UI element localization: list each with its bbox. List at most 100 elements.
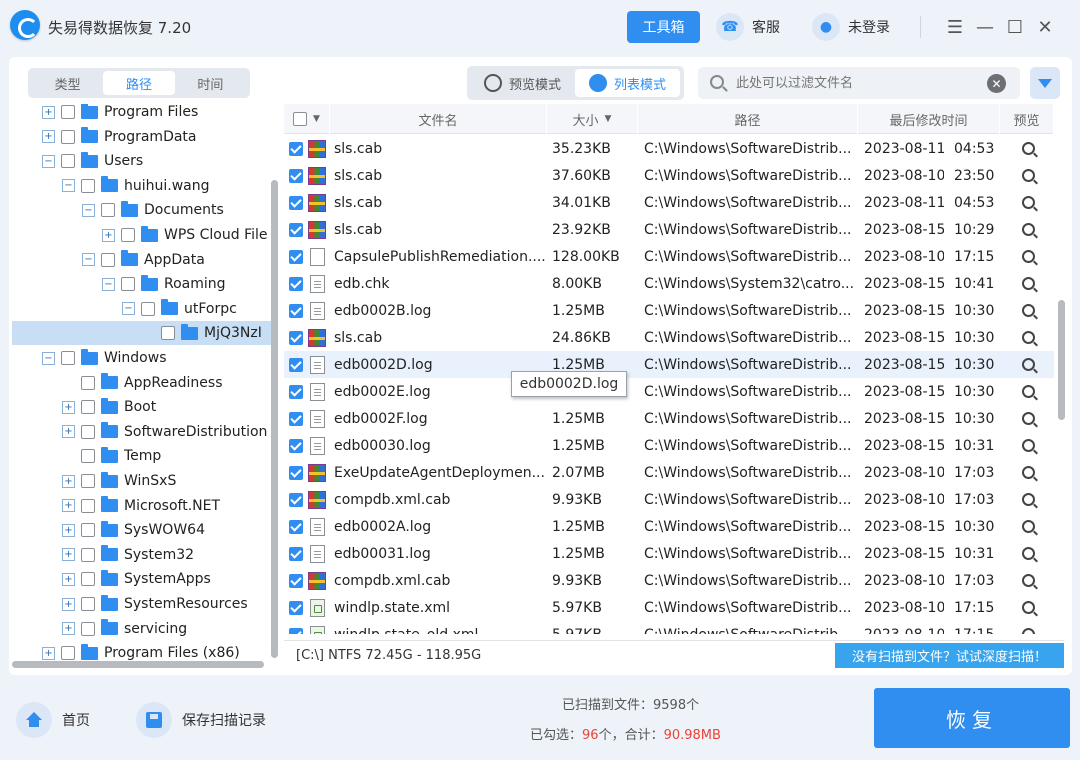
filter-input[interactable] xyxy=(736,73,976,93)
preview-magnifier-icon[interactable] xyxy=(1022,277,1035,290)
deep-scan-button[interactable]: 没有扫描到文件？试试深度扫描！ xyxy=(835,643,1064,668)
preview-cell[interactable] xyxy=(1022,405,1042,432)
preview-mode-button[interactable]: 预览模式 xyxy=(470,69,575,97)
tree-item-checkbox[interactable] xyxy=(81,498,95,513)
preview-cell[interactable] xyxy=(1022,297,1042,324)
table-row[interactable]: sls.cab 23.92KB C:\Windows\SoftwareDistrib… xyxy=(284,216,1054,243)
tree-item-checkbox[interactable] xyxy=(61,154,75,169)
preview-magnifier-icon[interactable] xyxy=(1022,439,1035,452)
menu-icon[interactable]: ☰ xyxy=(940,14,970,40)
column-header-size[interactable]: 大小 ▼ xyxy=(547,104,638,134)
table-row[interactable]: compdb.xml.cab 9.93KB C:\Windows\SoftwareD… xyxy=(284,567,1054,594)
customer-service-button[interactable]: ☎ 客服 xyxy=(716,12,780,42)
preview-cell[interactable] xyxy=(1022,513,1042,540)
tree-item[interactable]: + Microsoft.NET xyxy=(12,494,274,518)
preview-cell[interactable] xyxy=(1022,162,1042,189)
preview-cell[interactable] xyxy=(1022,243,1042,270)
row-checkbox[interactable] xyxy=(289,168,303,183)
tab-path[interactable]: 路径 xyxy=(103,71,175,95)
preview-cell[interactable] xyxy=(1022,594,1042,621)
preview-cell[interactable] xyxy=(1022,567,1042,594)
preview-magnifier-icon[interactable] xyxy=(1022,574,1035,587)
tree-horizontal-scrollbar[interactable] xyxy=(12,661,264,668)
preview-cell[interactable] xyxy=(1022,432,1042,459)
row-checkbox[interactable] xyxy=(289,303,303,318)
collapse-icon[interactable]: − xyxy=(122,302,135,316)
preview-cell[interactable] xyxy=(1022,189,1042,216)
tree-item[interactable]: − AppData xyxy=(12,248,274,272)
tree-item-checkbox[interactable] xyxy=(141,301,155,316)
select-all-header[interactable]: ▼ xyxy=(284,104,330,134)
table-vertical-scrollbar[interactable] xyxy=(1058,300,1065,420)
tree-item[interactable]: + SoftwareDistribution xyxy=(12,420,274,444)
tree-item[interactable]: − Users xyxy=(12,149,274,173)
tree-item[interactable]: Temp xyxy=(12,444,274,468)
preview-magnifier-icon[interactable] xyxy=(1022,142,1035,155)
tree-item[interactable]: + ProgramData xyxy=(12,125,274,149)
tree-item[interactable]: AppReadiness xyxy=(12,371,274,395)
preview-cell[interactable] xyxy=(1022,324,1042,351)
preview-magnifier-icon[interactable] xyxy=(1022,493,1035,506)
select-all-checkbox[interactable] xyxy=(293,112,308,126)
row-checkbox[interactable] xyxy=(289,546,303,561)
preview-magnifier-icon[interactable] xyxy=(1022,385,1035,398)
expand-icon[interactable]: + xyxy=(62,622,75,636)
collapse-icon[interactable]: − xyxy=(62,179,75,193)
collapse-icon[interactable]: − xyxy=(82,253,95,267)
column-header-name[interactable]: 文件名 xyxy=(330,104,547,134)
expand-icon[interactable]: + xyxy=(62,474,75,488)
table-row[interactable]: edb.chk 8.00KB C:\Windows\System32\catro..… xyxy=(284,270,1054,297)
row-checkbox[interactable] xyxy=(289,195,303,210)
tree-item-checkbox[interactable] xyxy=(81,621,95,636)
expand-icon[interactable]: + xyxy=(42,130,55,144)
preview-magnifier-icon[interactable] xyxy=(1022,466,1035,479)
expand-icon[interactable]: + xyxy=(62,425,75,439)
tree-item-checkbox[interactable] xyxy=(121,277,135,292)
expand-icon[interactable]: + xyxy=(62,523,75,537)
row-checkbox[interactable] xyxy=(289,249,303,264)
row-checkbox[interactable] xyxy=(289,573,303,588)
preview-magnifier-icon[interactable] xyxy=(1022,601,1035,614)
preview-cell[interactable] xyxy=(1022,270,1042,297)
clear-search-icon[interactable]: ✕ xyxy=(987,74,1006,93)
home-button[interactable]: 首页 xyxy=(16,702,90,738)
column-header-modified[interactable]: 最后修改时间 xyxy=(858,104,1000,134)
preview-cell[interactable] xyxy=(1022,351,1042,378)
table-row[interactable]: sls.cab 37.60KB C:\Windows\SoftwareDistrib… xyxy=(284,162,1054,189)
row-checkbox[interactable] xyxy=(289,438,303,453)
preview-magnifier-icon[interactable] xyxy=(1022,304,1035,317)
preview-cell[interactable] xyxy=(1022,540,1042,567)
filter-funnel-button[interactable] xyxy=(1030,67,1060,99)
collapse-icon[interactable]: − xyxy=(82,203,95,217)
tree-item[interactable]: + SysWOW64 xyxy=(12,518,274,542)
table-row[interactable]: edb0002E.log1.25MBC:\Windows\SoftwareDis… xyxy=(284,378,1054,405)
expand-icon[interactable]: + xyxy=(62,572,75,586)
preview-cell[interactable] xyxy=(1022,486,1042,513)
maximize-icon[interactable]: ☐ xyxy=(1000,14,1030,40)
tree-item-checkbox[interactable] xyxy=(81,424,95,439)
tree-item[interactable]: + WinSxS xyxy=(12,469,274,493)
preview-magnifier-icon[interactable] xyxy=(1022,520,1035,533)
table-row[interactable]: edb00030.log 1.25MB C:\Windows\SoftwareDis… xyxy=(284,432,1054,459)
tree-item-checkbox[interactable] xyxy=(61,105,75,119)
expand-icon[interactable]: + xyxy=(62,400,75,414)
preview-cell[interactable] xyxy=(1022,459,1042,486)
row-checkbox[interactable] xyxy=(289,141,303,156)
preview-magnifier-icon[interactable] xyxy=(1022,358,1035,371)
tree-item-checkbox[interactable] xyxy=(61,646,75,661)
row-checkbox[interactable] xyxy=(289,411,303,426)
tree-item-checkbox[interactable] xyxy=(81,375,95,390)
save-scan-record-button[interactable]: 保存扫描记录 xyxy=(136,702,266,738)
collapse-icon[interactable]: − xyxy=(102,277,115,291)
tree-item-checkbox[interactable] xyxy=(81,523,95,538)
table-row[interactable]: compdb.xml.cab 9.93KB C:\Windows\SoftwareD… xyxy=(284,486,1054,513)
table-row[interactable]: CapsulePublishRemediation.... 128.00KB C:\… xyxy=(284,243,1054,270)
tree-item[interactable]: + servicing xyxy=(12,617,274,641)
preview-magnifier-icon[interactable] xyxy=(1022,169,1035,182)
tree-item-checkbox[interactable] xyxy=(81,474,95,488)
tree-item[interactable]: MjQ3NzI xyxy=(12,321,274,346)
tree-item[interactable]: − utForpc xyxy=(12,297,274,321)
tab-type[interactable]: 类型 xyxy=(32,71,103,95)
table-row[interactable]: windlp.state.xml 5.97KB C:\Windows\Softwar… xyxy=(284,594,1054,621)
table-row[interactable]: edb0002A.log 1.25MB C:\Windows\SoftwareDis… xyxy=(284,513,1054,540)
